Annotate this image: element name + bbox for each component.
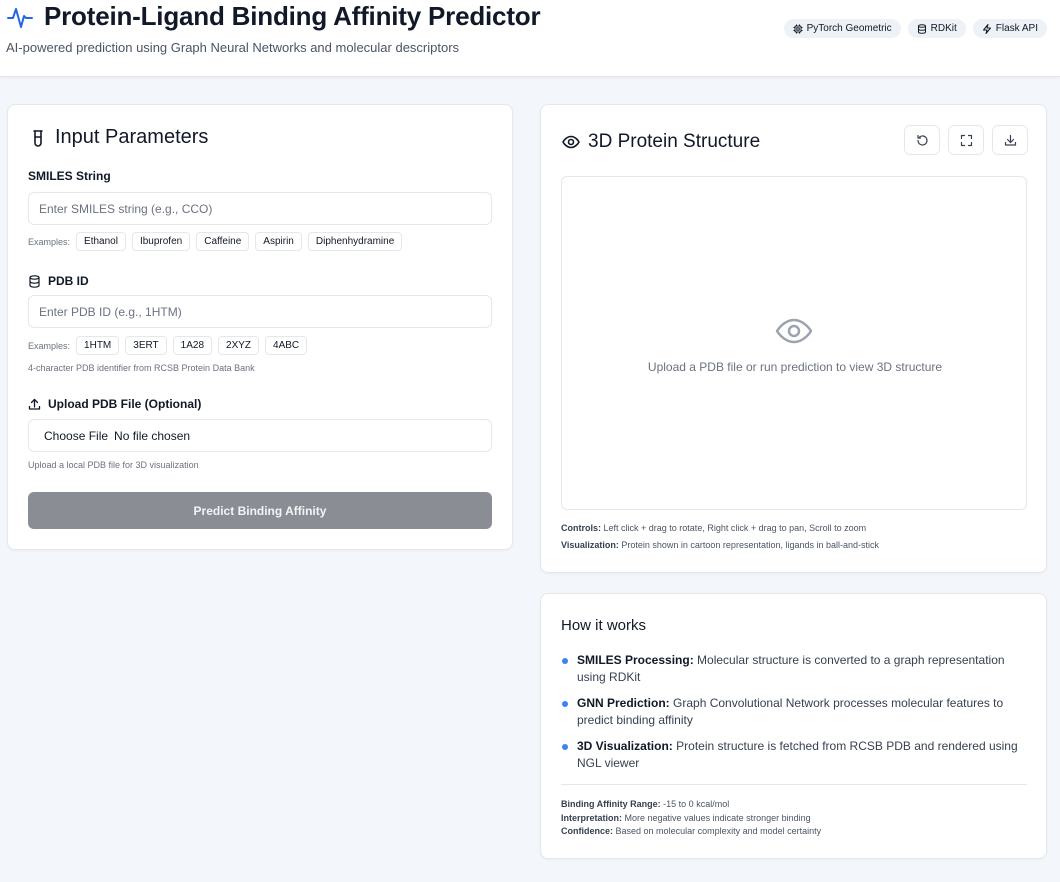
- badge-flask: Flask API: [972, 19, 1047, 38]
- eye-icon: [775, 318, 813, 344]
- predict-binding-affinity-button[interactable]: Predict Binding Affinity: [28, 492, 492, 529]
- confidence-line: Confidence: Based on molecular complexit…: [561, 825, 821, 839]
- choose-file-button[interactable]: Choose File: [44, 429, 108, 443]
- lightning-icon: [982, 23, 991, 34]
- example-3ert[interactable]: 3ERT: [125, 336, 167, 355]
- examples-label: Examples:: [28, 340, 71, 351]
- how-it-works-list: SMILES Processing: Molecular structure i…: [561, 652, 1027, 781]
- affinity-info: Binding Affinity Range: -15 to 0 kcal/mo…: [561, 798, 821, 839]
- badge-rdkit: RDKit: [907, 19, 966, 38]
- file-status: No file chosen: [114, 428, 191, 443]
- smiles-label: SMILES String: [28, 169, 111, 183]
- activity-icon: [7, 8, 33, 28]
- controls-info: Controls: Left click + drag to rotate, R…: [561, 523, 866, 533]
- smiles-examples: Examples: Ethanol Ibuprofen Caffeine Asp…: [28, 232, 403, 251]
- confidence-text: Based on molecular complexity and model …: [615, 826, 822, 836]
- pdb-hint: 4-character PDB identifier from RCSB Pro…: [28, 363, 255, 373]
- example-1a28[interactable]: 1A28: [172, 336, 213, 355]
- database-icon: [29, 274, 40, 288]
- item-title: 3D Visualization:: [577, 739, 673, 753]
- example-4abc[interactable]: 4ABC: [265, 336, 308, 355]
- example-2xyz[interactable]: 2XYZ: [218, 336, 260, 355]
- badge-pytorch: PyTorch Geometric: [783, 19, 901, 38]
- range-text: -15 to 0 kcal/mol: [663, 799, 730, 809]
- app-subtitle: AI-powered prediction using Graph Neural…: [6, 40, 460, 55]
- list-item: SMILES Processing: Molecular structure i…: [561, 652, 1027, 686]
- fullscreen-icon: [960, 134, 972, 146]
- visualization-info: Visualization: Protein shown in cartoon …: [561, 540, 879, 550]
- interpretation-text: More negative values indicate stronger b…: [624, 812, 811, 823]
- item-title: GNN Prediction:: [577, 696, 670, 710]
- app-title: Protein-Ligand Binding Affinity Predicto…: [44, 1, 541, 31]
- upload-label: Upload PDB File (Optional): [28, 397, 201, 411]
- viewer-toolbar: [904, 125, 1028, 155]
- examples-label: Examples:: [28, 236, 71, 247]
- how-it-works-card: How it works SMILES Processing: Molecula…: [540, 593, 1047, 859]
- section-title-text: Input Parameters: [55, 126, 209, 148]
- controls-text: Left click + drag to rotate, Right click…: [603, 523, 867, 533]
- badge-label: Flask API: [995, 23, 1038, 34]
- controls-label: Controls:: [561, 523, 601, 533]
- flask-icon: [33, 129, 43, 147]
- input-parameters-card: Input Parameters SMILES String Examples:…: [7, 104, 513, 550]
- smiles-input[interactable]: [28, 192, 492, 225]
- how-it-works-title: How it works: [561, 617, 647, 634]
- smiles-label-text: SMILES String: [28, 169, 111, 183]
- pdb-label: PDB ID: [28, 274, 89, 288]
- visualization-label: Visualization:: [561, 540, 619, 550]
- protein-structure-title: 3D Protein Structure: [562, 131, 760, 153]
- protein-structure-card: 3D Protein Structure Upload a PDB file o…: [540, 104, 1047, 573]
- example-ibuprofen[interactable]: Ibuprofen: [131, 232, 191, 251]
- section-title-text: 3D Protein Structure: [588, 131, 761, 152]
- upload-label-text: Upload PDB File (Optional): [48, 397, 202, 411]
- list-item: 3D Visualization: Protein structure is f…: [561, 738, 1027, 772]
- item-title: SMILES Processing:: [577, 653, 694, 667]
- download-button[interactable]: [992, 125, 1028, 155]
- pdb-label-text: PDB ID: [48, 274, 89, 288]
- input-parameters-title: Input Parameters: [29, 126, 208, 149]
- example-diphenhydramine[interactable]: Diphenhydramine: [307, 232, 403, 251]
- viewer-empty-message: Upload a PDB file or run prediction to v…: [647, 360, 943, 374]
- confidence-label: Confidence:: [561, 826, 614, 836]
- protein-3d-viewer[interactable]: Upload a PDB file or run prediction to v…: [561, 176, 1027, 510]
- app-header: Protein-Ligand Binding Affinity Predicto…: [0, 0, 1060, 77]
- example-1htm[interactable]: 1HTM: [76, 336, 120, 355]
- fullscreen-button[interactable]: [948, 125, 984, 155]
- database-icon: [917, 23, 926, 34]
- divider: [561, 784, 1027, 785]
- visualization-text: Protein shown in cartoon representation,…: [621, 540, 880, 550]
- reset-view-button[interactable]: [904, 125, 940, 155]
- upload-hint: Upload a local PDB file for 3D visualiza…: [28, 460, 199, 470]
- pdb-file-input[interactable]: Choose File No file chosen: [28, 419, 492, 452]
- range-label: Binding Affinity Range:: [561, 799, 661, 809]
- pdb-id-input[interactable]: [28, 295, 492, 328]
- tech-badges: PyTorch Geometric RDKit Flask API: [783, 19, 1047, 38]
- upload-icon: [28, 398, 41, 410]
- badge-label: RDKit: [930, 23, 957, 34]
- example-ethanol[interactable]: Ethanol: [76, 232, 126, 251]
- interpretation-label: Interpretation:: [561, 812, 623, 823]
- example-aspirin[interactable]: Aspirin: [255, 232, 302, 251]
- interpretation-line: Interpretation: More negative values ind…: [561, 812, 821, 826]
- eye-icon: [562, 135, 580, 149]
- pdb-examples: Examples: 1HTM 3ERT 1A28 2XYZ 4ABC: [28, 336, 308, 355]
- list-item: GNN Prediction: Graph Convolutional Netw…: [561, 695, 1027, 729]
- cpu-icon: [793, 24, 803, 33]
- download-icon: [1004, 134, 1016, 146]
- range-line: Binding Affinity Range: -15 to 0 kcal/mo…: [561, 798, 821, 812]
- example-caffeine[interactable]: Caffeine: [196, 232, 250, 251]
- reset-icon: [916, 134, 928, 146]
- badge-label: PyTorch Geometric: [806, 23, 892, 34]
